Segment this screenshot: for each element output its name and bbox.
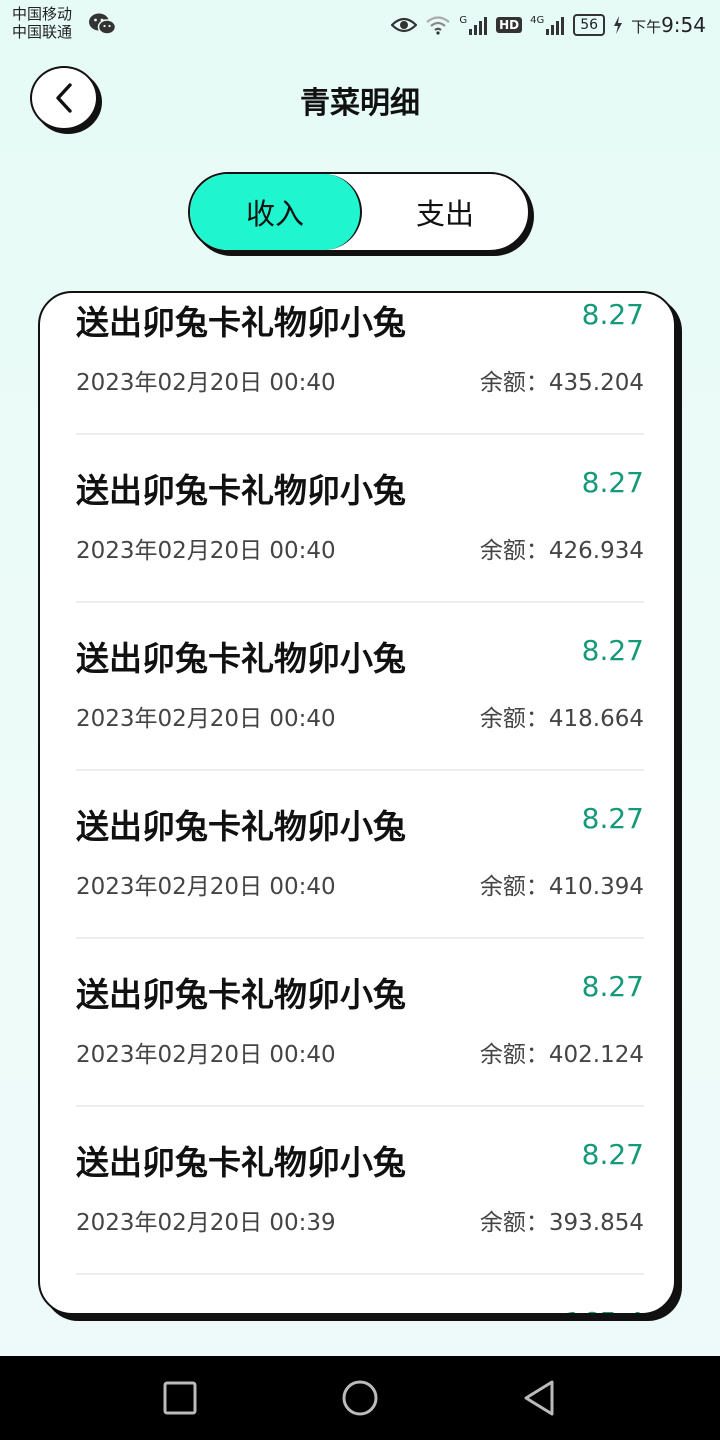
item-amount: 8.27 xyxy=(581,466,644,499)
item-amount: 8.27 xyxy=(581,634,644,667)
item-balance: 余额：426.934 xyxy=(479,538,644,564)
signal-g: G xyxy=(459,15,488,35)
list-item[interactable]: 送出卯兔卡礼物卯小兔 8.27 2023年02月20日 00:40 余额：435… xyxy=(76,293,644,435)
hd-badge: HD xyxy=(496,17,523,33)
circle-icon[interactable] xyxy=(340,1378,380,1418)
item-amount: 165.4 xyxy=(564,1306,644,1313)
item-balance: 余额：435.204 xyxy=(479,370,644,396)
tab-income[interactable]: 收入 xyxy=(190,174,362,250)
charging-icon xyxy=(614,16,623,34)
network-g-label: G xyxy=(459,15,468,26)
item-amount: 8.27 xyxy=(581,802,644,835)
item-amount: 8.27 xyxy=(581,298,644,331)
time-value: 9:54 xyxy=(661,13,706,37)
signal-bars-icon xyxy=(469,17,488,35)
item-title: 送出卯兔卡礼物卯小兔 xyxy=(76,1304,406,1313)
item-balance: 余额：410.394 xyxy=(479,874,644,900)
signal-bars-icon xyxy=(546,17,565,35)
item-date: 2023年02月20日 00:40 xyxy=(76,538,336,564)
item-balance: 余额：402.124 xyxy=(479,1042,644,1068)
item-title: 送出卯兔卡礼物卯小兔 xyxy=(76,807,406,846)
square-icon[interactable] xyxy=(160,1378,200,1418)
eye-icon xyxy=(391,17,418,33)
list-item[interactable]: 送出卯兔卡礼物卯小兔 8.27 2023年02月20日 00:40 余额：402… xyxy=(76,941,644,1107)
battery-indicator: 56 xyxy=(573,14,606,36)
list-item[interactable]: 送出卯兔卡礼物卯小兔 8.27 2023年02月20日 00:40 余额：426… xyxy=(76,437,644,603)
triangle-back-icon[interactable] xyxy=(520,1378,560,1418)
item-date: 2023年02月20日 00:39 xyxy=(76,1210,336,1236)
carrier-info: 中国移动 中国联通 xyxy=(12,5,72,41)
network-4g-label: 4G xyxy=(530,15,545,26)
carrier-2: 中国联通 xyxy=(12,23,73,41)
item-amount: 8.27 xyxy=(581,1138,644,1171)
time-prefix: 下午 xyxy=(631,18,662,36)
item-title: 送出卯兔卡礼物卯小兔 xyxy=(76,639,406,678)
item-date: 2023年02月20日 00:40 xyxy=(76,706,336,732)
wifi-icon xyxy=(426,16,451,35)
item-date: 2023年02月20日 00:40 xyxy=(76,1042,336,1068)
tab-switcher: 收入 支出 xyxy=(188,172,530,252)
item-amount: 8.27 xyxy=(581,970,644,1003)
status-icons: G HD 4G 56 下午9:54 xyxy=(391,10,706,40)
tab-expense[interactable]: 支出 xyxy=(362,174,528,250)
list-item[interactable]: 送出卯兔卡礼物卯小兔 8.27 2023年02月20日 00:40 余额：418… xyxy=(76,605,644,771)
item-title: 送出卯兔卡礼物卯小兔 xyxy=(76,471,406,510)
records-list[interactable]: 送出卯兔卡礼物卯小兔 8.27 2023年02月20日 00:40 余额：435… xyxy=(38,291,676,1315)
item-balance: 余额：393.854 xyxy=(479,1210,644,1236)
status-bar: 中国移动 中国联通 G HD 4G 56 下午9:54 xyxy=(0,0,720,52)
item-date: 2023年02月20日 00:40 xyxy=(76,874,336,900)
item-title: 送出卯兔卡礼物卯小兔 xyxy=(76,1143,406,1182)
clock: 下午9:54 xyxy=(631,13,706,37)
wechat-icon xyxy=(89,13,116,35)
records-scroll: 送出卯兔卡礼物卯小兔 8.27 2023年02月20日 00:40 余额：435… xyxy=(76,293,644,1313)
carrier-1: 中国移动 xyxy=(12,5,73,23)
page-title: 青菜明细 xyxy=(300,86,420,121)
item-title: 送出卯兔卡礼物卯小兔 xyxy=(76,303,406,342)
list-item[interactable]: 送出卯兔卡礼物卯小兔 8.27 2023年02月20日 00:40 余额：410… xyxy=(76,773,644,939)
list-item[interactable]: 送出卯兔卡礼物卯小兔 165.4 xyxy=(76,1277,644,1313)
signal-4g: 4G xyxy=(530,15,565,35)
item-balance: 余额：418.664 xyxy=(479,706,644,732)
item-title: 送出卯兔卡礼物卯小兔 xyxy=(76,975,406,1014)
list-item[interactable]: 送出卯兔卡礼物卯小兔 8.27 2023年02月20日 00:39 余额：393… xyxy=(76,1109,644,1275)
item-date: 2023年02月20日 00:40 xyxy=(76,370,336,396)
navigation-bar xyxy=(0,1356,720,1440)
